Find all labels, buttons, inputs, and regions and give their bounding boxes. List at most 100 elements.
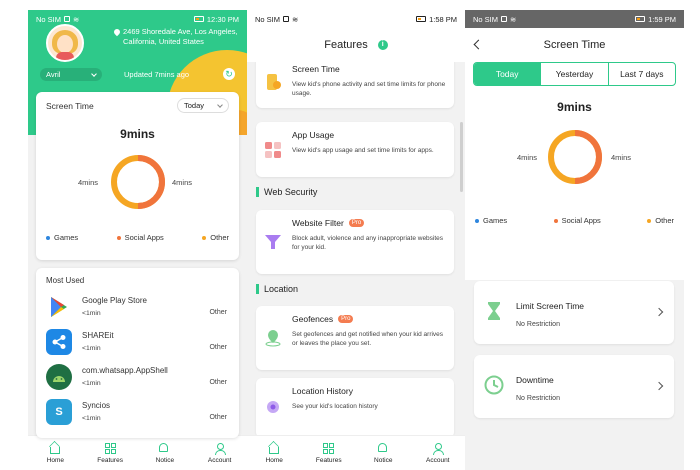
card-title: Limit Screen Time	[516, 301, 585, 311]
tab-features[interactable]: Features	[88, 442, 133, 464]
downtime-card[interactable]: Downtime No Restriction	[474, 355, 674, 418]
range-dropdown[interactable]: Today	[176, 98, 229, 113]
donut-chart	[110, 155, 165, 209]
app-time: <1min	[82, 345, 101, 352]
feature-screen-time[interactable]: Screen Time View kid's phone activity an…	[256, 62, 454, 108]
tab-label: Notice	[155, 456, 175, 464]
status-bar: No SIM ≋ 1:59 PM	[465, 10, 684, 28]
child-name: Avril	[46, 70, 61, 79]
feature-geofences[interactable]: Geofences Pro Set geofences and get notif…	[256, 306, 454, 370]
child-selector[interactable]: Avril	[40, 68, 102, 81]
tab-label: Home	[265, 456, 283, 464]
page-title: Screen Time	[543, 39, 606, 51]
chevron-down-icon	[91, 70, 97, 77]
battery-icon	[416, 16, 427, 22]
segment-yesterday[interactable]: Yesterday	[540, 63, 607, 85]
feature-title: Screen Time	[292, 64, 340, 74]
list-item[interactable]: SHAREit <1min Other	[36, 324, 239, 359]
shareit-icon	[46, 328, 72, 355]
status-bar: No SIM ≋ 1:58 PM	[247, 10, 465, 28]
card-subtitle: No Restriction	[516, 321, 560, 328]
grid-icon	[104, 442, 116, 454]
home-icon	[268, 446, 279, 454]
android-icon	[46, 363, 72, 390]
games-dot	[46, 235, 50, 240]
home-icon	[49, 446, 60, 454]
tab-account[interactable]: Account	[197, 442, 242, 464]
feature-desc: See your kid's location history	[292, 403, 378, 410]
refresh-icon[interactable]: ↻	[223, 68, 235, 80]
app-time: <1min	[82, 415, 101, 422]
list-item[interactable]: S Syncios <1min Other	[36, 394, 239, 429]
section-web-security: Web Security	[256, 187, 317, 197]
app-category: Other	[209, 414, 227, 421]
feature-app-usage[interactable]: App Usage View kid's app usage and set t…	[256, 122, 454, 177]
feature-location-history[interactable]: Location History See your kid's location…	[256, 378, 454, 435]
section-bar	[256, 187, 259, 197]
info-icon[interactable]: i	[377, 40, 388, 50]
screen-time-summary: Today Yesterday Last 7 days 9mins 4mins …	[465, 62, 684, 280]
screen-time-card[interactable]: Screen Time Today 9mins 4mins 4mins Game…	[36, 92, 239, 260]
legend-label: Other	[210, 233, 229, 242]
card-title: Downtime	[516, 375, 554, 385]
features-list[interactable]: Screen Time View kid's phone activity an…	[247, 62, 465, 435]
app-category: Other	[209, 309, 227, 316]
battery-icon	[193, 16, 204, 22]
legend-games: Games	[475, 216, 507, 225]
tab-home[interactable]: Home	[33, 443, 78, 464]
clock-text: 1:59 PM	[648, 14, 676, 24]
screen-time-screen: No SIM ≋ 1:59 PM Screen Time Today Yester…	[465, 10, 684, 470]
tab-home[interactable]: Home	[252, 443, 297, 464]
tab-features[interactable]: Features	[306, 442, 351, 464]
section-title: Location	[264, 284, 299, 294]
clock-icon	[484, 375, 504, 395]
wifi-icon: ≋	[510, 14, 517, 24]
feature-website-filter[interactable]: Website Filter Pro Block adult, violence …	[256, 210, 454, 274]
nav-bar: Features i	[247, 28, 465, 62]
avatar-face	[57, 35, 73, 53]
feature-title: Geofences	[292, 314, 334, 324]
wifi-icon: ≋	[292, 14, 299, 24]
range-value: Today	[183, 101, 204, 110]
usage-donut: 4mins 4mins	[465, 126, 684, 188]
location-history-icon	[267, 401, 279, 413]
legend-label: Other	[655, 216, 674, 225]
tab-notice[interactable]: Notice	[142, 442, 187, 464]
list-item[interactable]: Google Play Store <1min Other	[36, 289, 239, 324]
bell-icon	[159, 442, 169, 452]
section-bar	[256, 284, 259, 294]
back-arrow-icon[interactable]	[473, 39, 484, 50]
chevron-down-icon	[217, 101, 223, 108]
feature-desc: Block adult, violence and any inappropri…	[292, 235, 444, 251]
segment-last-7-days[interactable]: Last 7 days	[607, 63, 675, 85]
app-name: com.whatsapp.AppShell	[82, 366, 168, 375]
location-address[interactable]: 2469 Shoredale Ave, Los Angeles, Califor…	[112, 27, 239, 47]
tab-account[interactable]: Account	[415, 442, 460, 464]
limit-screen-time-card[interactable]: Limit Screen Time No Restriction	[474, 281, 674, 344]
list-item[interactable]: com.whatsapp.AppShell <1min Other	[36, 359, 239, 394]
tab-label: Account	[207, 456, 232, 464]
grid-icon	[323, 442, 335, 454]
battery-icon	[635, 16, 646, 22]
feature-desc: Set geofences and get notified when your…	[292, 331, 444, 347]
child-avatar[interactable]	[46, 24, 84, 62]
most-used-card: Most Used Google Play Store <1min Other S…	[36, 268, 239, 438]
legend-label: Games	[54, 233, 79, 242]
donut-segment-social	[574, 130, 602, 184]
legend-label: Games	[483, 216, 508, 225]
address-text: 2469 Shoredale Ave, Los Angeles, Califor…	[123, 27, 238, 46]
updated-text: Updated 7mins ago	[124, 70, 190, 79]
donut-left-label: 4mins	[78, 178, 99, 187]
phone-clock-icon	[267, 74, 281, 90]
scrollbar[interactable]	[460, 122, 463, 192]
tab-label: Notice	[374, 456, 393, 464]
other-dot	[202, 235, 207, 240]
tab-notice[interactable]: Notice	[361, 442, 406, 464]
bottom-tab-bar: Home Features Notice Account	[28, 435, 247, 470]
app-name: Google Play Store	[82, 296, 147, 305]
segment-today[interactable]: Today	[474, 63, 541, 85]
pro-badge: Pro	[348, 219, 365, 227]
hourglass-icon	[488, 302, 500, 320]
geofence-icon	[265, 330, 281, 347]
legend-label: Social Apps	[124, 233, 164, 242]
